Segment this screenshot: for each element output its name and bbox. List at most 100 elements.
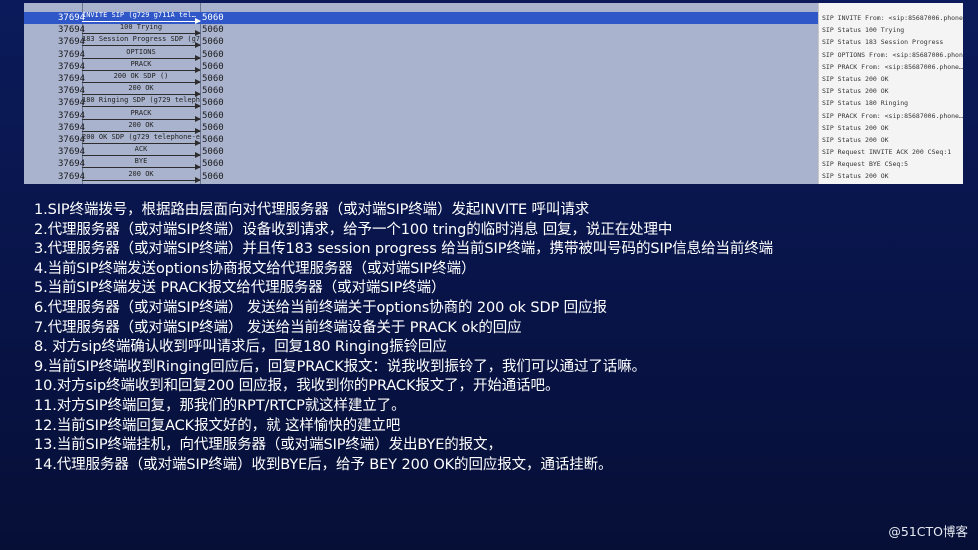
ladder-row[interactable]: 37694 200 OK 5060: [24, 169, 818, 183]
ladder-row[interactable]: 37694 PRACK 5060: [24, 59, 818, 73]
src-port: 37694: [58, 122, 86, 133]
packet-info-row[interactable]: SIP OPTIONS From: <sip:85687006.phone…: [819, 49, 963, 61]
dst-port: 5060: [202, 122, 224, 133]
src-port: 37694: [58, 61, 86, 72]
src-port: 37694: [58, 74, 86, 84]
ladder-row[interactable]: 37694 200 OK SDP () 5060: [24, 72, 818, 85]
message-arrow: [82, 140, 201, 146]
sip-ladder-diagram: 37694 INVITE SIP (g729 g711A tel… 5060 3769…: [24, 3, 818, 184]
message-arrow: [82, 30, 201, 37]
ladder-row[interactable]: 37694183 Session Progress SDP (g729 t…50…: [24, 35, 818, 49]
message-arrow: [82, 66, 201, 73]
message-arrow: [82, 152, 201, 159]
src-port: 37694: [58, 98, 86, 109]
ladder-row[interactable]: 37694 200 OK 5060: [24, 120, 818, 134]
message-arrow: [82, 42, 201, 49]
message-arrow: [82, 115, 201, 122]
src-port: 37694: [58, 110, 86, 121]
dst-port: 5060: [202, 110, 224, 121]
src-port: 37694: [58, 13, 86, 23]
dst-port: 5060: [202, 135, 224, 145]
packet-info-row[interactable]: SIP Status 200 OK: [819, 73, 963, 85]
src-port: 37694: [58, 147, 86, 158]
message-label: PRACK: [130, 108, 152, 117]
note-line: 9.当前SIP终端收到Ringing回应后，回复PRACK报文：说我收到振铃了，…: [34, 358, 647, 375]
src-port: 37694: [58, 86, 86, 97]
ladder-row[interactable]: 37694 INVITE SIP (g729 g711A tel… 5060: [24, 11, 818, 24]
dst-port: 5060: [202, 171, 224, 182]
watermark: @51CTO博客: [888, 524, 968, 539]
ladder-row[interactable]: 37694180 Ringing SDP (g729 telephone…506…: [24, 96, 818, 110]
message-label: ACK: [134, 145, 148, 154]
message-label: 200 OK SDP (): [113, 72, 169, 80]
packet-info-row[interactable]: SIP Status 200 OK: [819, 122, 963, 134]
note-line: 6.代理服务器（或对端SIP终端） 发送给当前终端关于options协商的 20…: [34, 299, 607, 316]
sip-flow-screenshot: 37694 INVITE SIP (g729 g711A tel… 5060 3769…: [24, 3, 963, 184]
note-line: 4.当前SIP终端发送options协商报文给代理服务器（或对端SIP终端）: [34, 260, 476, 277]
note-line: 12.当前SIP终端回复ACK报文好的，就 这样愉快的建立吧: [34, 417, 401, 434]
note-line: 1.SIP终端拨号，根据路由层面向对代理服务器（或对端SIP终端）发起INVIT…: [34, 202, 590, 218]
ladder-row[interactable]: 37694 ACK 5060: [24, 145, 818, 159]
note-line: 13.当前SIP终端挂机，向代理服务器（或对端SIP终端）发出BYE的报文，: [34, 437, 502, 454]
note-line: 8. 对方sip终端确认收到呼叫请求后，回复180 Ringing振铃回应: [34, 339, 447, 356]
dst-port: 5060: [202, 49, 224, 60]
message-arrow: [82, 18, 201, 24]
packet-info-row[interactable]: SIP PRACK From: <sip:85687006.phone…: [819, 61, 963, 73]
packet-info-row[interactable]: SIP Status 200 OK: [819, 170, 963, 182]
dst-port: 5060: [202, 37, 224, 48]
packet-info-row[interactable]: SIP Status 100 Trying: [819, 24, 963, 36]
src-port: 37694: [58, 49, 86, 60]
packet-info-row[interactable]: SIP Status 183 Session Progress: [819, 36, 963, 48]
src-port: 37694: [58, 159, 86, 170]
dst-port: 5060: [202, 13, 224, 23]
src-port: 37694: [58, 171, 86, 182]
ladder-row[interactable]: 37694 100 Trying 5060: [24, 23, 818, 37]
ladder-row[interactable]: 37694 PRACK 5060: [24, 108, 818, 122]
src-port: 37694: [58, 25, 86, 36]
message-arrow: [82, 54, 201, 61]
message-arrow: [82, 127, 201, 134]
packet-info-row[interactable]: SIP Request INVITE ACK 200 CSeq:1: [819, 146, 963, 158]
packet-info-row[interactable]: SIP PRACK From: <sip:85687006.phone…: [819, 110, 963, 122]
packet-info-row[interactable]: SIP Status 180 Ringing: [819, 97, 963, 109]
message-arrow: [82, 164, 201, 171]
message-label: 180 Ringing SDP (g729 telephone…: [82, 96, 200, 105]
message-arrow: [82, 91, 201, 98]
ladder-row[interactable]: 37694 OPTIONS 5060: [24, 47, 818, 61]
message-label: 200 OK: [128, 169, 154, 178]
dst-port: 5060: [202, 159, 224, 170]
ladder-row[interactable]: 37694 200 OK 5060: [24, 84, 818, 98]
packet-info-column: SIP INVITE From: <sip:85687006.phone… SIP…: [818, 3, 963, 184]
message-label: OPTIONS: [126, 47, 156, 56]
packet-info-row[interactable]: SIP Request BYE CSeq:5: [819, 158, 963, 170]
message-arrow: [82, 79, 201, 85]
dst-port: 5060: [202, 74, 224, 84]
ladder-row[interactable]: 37694200 OK SDP (g729 telephone-event…50…: [24, 133, 818, 146]
message-label: INVITE SIP (g729 g711A tel…: [82, 11, 196, 19]
message-label: 183 Session Progress SDP (g729 t…: [82, 35, 200, 44]
dst-port: 5060: [202, 61, 224, 72]
message-arrow: [82, 176, 201, 183]
packet-info-row[interactable]: SIP Status 200 OK: [819, 85, 963, 97]
message-label: 100 Trying: [119, 23, 163, 32]
src-port: 37694: [58, 135, 86, 145]
message-label: 200 OK: [128, 120, 154, 129]
message-label: PRACK: [130, 59, 152, 68]
note-line: 11.对方SIP终端回复，那我们的RPT/RTCP就这样建立了。: [34, 397, 406, 414]
note-line: 5.当前SIP终端发送 PRACK报文给代理服务器（或对端SIP终端）: [34, 280, 446, 297]
note-line: 14.代理服务器（或对端SIP终端）收到BYE后，给予 BEY 200 OK的回…: [34, 456, 613, 473]
dst-port: 5060: [202, 147, 224, 158]
message-label: 200 OK: [128, 84, 154, 93]
note-line: 10.对方sip终端收到和回复200 回应报，我收到你的PRACK报文了，开始通…: [34, 378, 560, 395]
packet-info-row[interactable]: SIP INVITE From: <sip:85687006.phone…: [819, 12, 963, 24]
sip-steps-notes: 1.SIP终端拨号，根据路由层面向对代理服务器（或对端SIP终端）发起INVIT…: [34, 201, 974, 475]
message-label: BYE: [134, 157, 148, 166]
dst-port: 5060: [202, 98, 224, 109]
packet-info-row[interactable]: SIP Status 200 OK: [819, 134, 963, 146]
ladder-row[interactable]: 37694 BYE 5060: [24, 157, 818, 171]
src-port: 37694: [58, 37, 86, 48]
message-arrow: [82, 103, 201, 110]
message-label: 200 OK SDP (g729 telephone-event…: [82, 133, 200, 141]
note-line: 7.代理服务器（或对端SIP终端） 发送给当前终端设备关于 PRACK ok的回…: [34, 319, 522, 336]
note-line: 3.代理服务器（或对端SIP终端）并且传183 session progress…: [34, 241, 774, 258]
